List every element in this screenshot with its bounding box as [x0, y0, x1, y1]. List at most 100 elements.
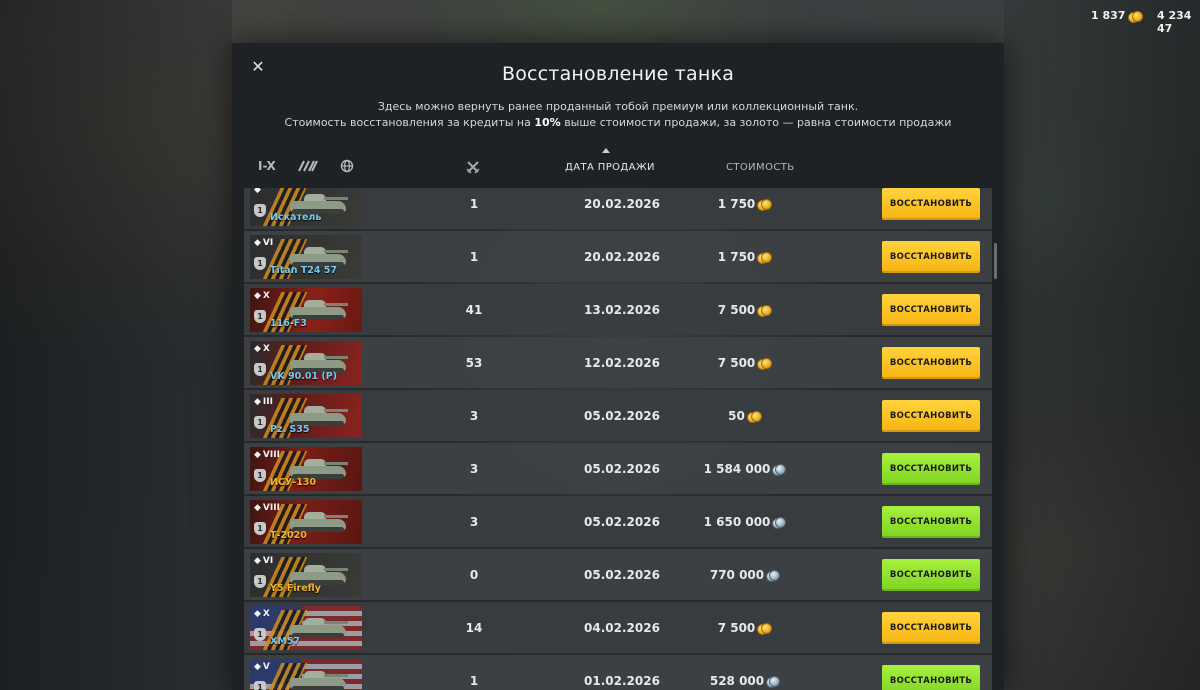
tier-label: VI [262, 238, 274, 248]
cost-value: 770 000 [709, 567, 765, 582]
table-row: ◆ X 1 116-F3 41 13.02.2026 7 500 ВОССТАН… [244, 284, 992, 335]
tank-tier: ◆ VIII [254, 450, 280, 460]
sale-date: 05.02.2026 [584, 461, 660, 476]
tank-class-icon: ◆ [254, 291, 261, 301]
credits-coin-icon [772, 516, 787, 529]
gold-balance-value: 1 837 [1091, 9, 1126, 22]
restore-button[interactable]: ВОССТАНОВИТЬ [882, 665, 980, 690]
rows-container: ◆ 1 Искатель 1 20.02.2026 1 750 ВОССТАНО… [244, 188, 992, 690]
restore-cost: 7 500 [684, 303, 804, 317]
cost-value: 1 750 [717, 196, 756, 211]
tank-thumbnail: ◆ VIII 1 Т-2020 [250, 500, 362, 544]
tank-name: Y5 Firefly [270, 583, 321, 594]
description-text-c: выше стоимости продажи, за золото — равн… [560, 116, 952, 129]
modal-description: Здесь можно вернуть ранее проданный тобо… [232, 99, 1004, 131]
restore-cost: 1 750 [684, 197, 804, 211]
restore-button[interactable]: ВОССТАНОВИТЬ [882, 347, 980, 379]
column-header-date[interactable]: ДАТА ПРОДАЖИ [565, 162, 655, 173]
battles-count: 3 [469, 514, 479, 529]
tier-label: VIII [262, 503, 280, 513]
restore-button[interactable]: ВОССТАНОВИТЬ [882, 400, 980, 432]
table-row: ◆ VIII 1 Т-2020 3 05.02.2026 1 650 000 В… [244, 496, 992, 547]
gold-coin-icon [757, 304, 773, 317]
restore-cost: 1 584 000 [684, 462, 804, 476]
mastery-shield-icon: 1 [254, 204, 266, 217]
restore-button[interactable]: ВОССТАНОВИТЬ [882, 559, 980, 591]
restore-button[interactable]: ВОССТАНОВИТЬ [882, 612, 980, 644]
column-header-cost[interactable]: СТОИМОСТЬ [726, 162, 795, 173]
tank-image [290, 457, 348, 479]
table-row: ◆ V 1 T14 1 01.02.2026 528 000 ВОССТАНОВ… [244, 655, 992, 690]
tier-label: X [262, 344, 270, 354]
list-scrollbar[interactable] [994, 243, 997, 279]
globe-icon[interactable] [340, 158, 354, 174]
tank-tier: ◆ X [254, 344, 270, 354]
mastery-shield-icon: 1 [254, 257, 266, 270]
battles-count: 1 [469, 673, 479, 688]
tank-image [290, 192, 348, 214]
restore-button[interactable]: ВОССТАНОВИТЬ [882, 506, 980, 538]
tier-label: III [262, 397, 273, 407]
tank-thumbnail: ◆ X 1 XM57 [250, 606, 362, 650]
sale-date: 01.02.2026 [584, 673, 660, 688]
sort-arrow-icon [602, 148, 610, 153]
tank-image [290, 298, 348, 320]
tier-filter-button[interactable]: I-X [258, 158, 276, 174]
table-row: ◆ X 1 XM57 14 04.02.2026 7 500 ВОССТАНОВ… [244, 602, 992, 653]
sale-date: 05.02.2026 [584, 567, 660, 582]
mastery-shield-icon: 1 [254, 416, 266, 429]
sale-date: 05.02.2026 [584, 408, 660, 423]
cost-value: 528 000 [709, 673, 765, 688]
tier-label: X [262, 291, 270, 301]
battles-count: 14 [465, 620, 483, 635]
cost-value: 7 500 [717, 355, 756, 370]
mastery-shield-icon: 1 [254, 469, 266, 482]
sale-date: 20.02.2026 [584, 249, 660, 264]
table-row: ◆ VI 1 Titan T24 57 1 20.02.2026 1 750 В… [244, 231, 992, 282]
tank-name: VK 90.01 (P) [270, 371, 338, 382]
tank-class-icon: ◆ [254, 188, 261, 195]
restore-button[interactable]: ВОССТАНОВИТЬ [882, 188, 980, 220]
table-row: ◆ VIII 1 ИСУ-130 3 05.02.2026 1 584 000 … [244, 443, 992, 494]
tank-name: Titan T24 57 [270, 265, 337, 276]
tank-name: 116-F3 [270, 318, 307, 329]
restore-cost: 770 000 [684, 568, 804, 582]
tank-tier: ◆ VI [254, 556, 273, 566]
crossed-swords-icon[interactable] [466, 159, 480, 174]
sale-date: 05.02.2026 [584, 514, 660, 529]
description-line-1: Здесь можно вернуть ранее проданный тобо… [377, 100, 859, 113]
battles-count: 3 [469, 408, 479, 423]
description-percent: 10% [534, 116, 561, 129]
battles-count: 53 [465, 355, 483, 370]
cost-value: 7 500 [717, 302, 756, 317]
sold-tanks-list[interactable]: ◆ 1 Искатель 1 20.02.2026 1 750 ВОССТАНО… [244, 188, 992, 690]
restore-cost: 7 500 [684, 356, 804, 370]
battles-count: 3 [469, 461, 479, 476]
garage-left-panel [0, 0, 232, 690]
tank-class-icon[interactable] [297, 158, 318, 174]
sale-date: 20.02.2026 [584, 196, 660, 211]
tier-label: VIII [262, 450, 280, 460]
tier-label: V [262, 662, 270, 672]
sale-date: 13.02.2026 [584, 302, 660, 317]
cost-value: 1 650 000 [703, 514, 771, 529]
restore-button[interactable]: ВОССТАНОВИТЬ [882, 294, 980, 326]
garage-right-panel [1004, 0, 1200, 690]
tank-thumbnail: ◆ 1 Искатель [250, 188, 362, 226]
restore-button[interactable]: ВОССТАНОВИТЬ [882, 241, 980, 273]
tank-image [290, 669, 348, 690]
credits-coin-icon [772, 463, 787, 476]
table-row: ◆ 1 Искатель 1 20.02.2026 1 750 ВОССТАНО… [244, 188, 992, 229]
tank-thumbnail: ◆ VI 1 Y5 Firefly [250, 553, 362, 597]
tank-thumbnail: ◆ X 1 VK 90.01 (P) [250, 341, 362, 385]
tank-class-icon: ◆ [254, 397, 261, 407]
tank-thumbnail: ◆ VIII 1 ИСУ-130 [250, 447, 362, 491]
restore-cost: 1 750 [684, 250, 804, 264]
restore-button[interactable]: ВОССТАНОВИТЬ [882, 453, 980, 485]
description-text-a: Стоимость восстановления за кредиты на [284, 116, 535, 129]
tank-name: Pz. S35 [270, 424, 310, 435]
mastery-shield-icon: 1 [254, 310, 266, 323]
mastery-shield-icon: 1 [254, 628, 266, 641]
filter-bar: I-X [258, 158, 354, 174]
credits-balance-value: 4 234 47 [1157, 9, 1192, 35]
